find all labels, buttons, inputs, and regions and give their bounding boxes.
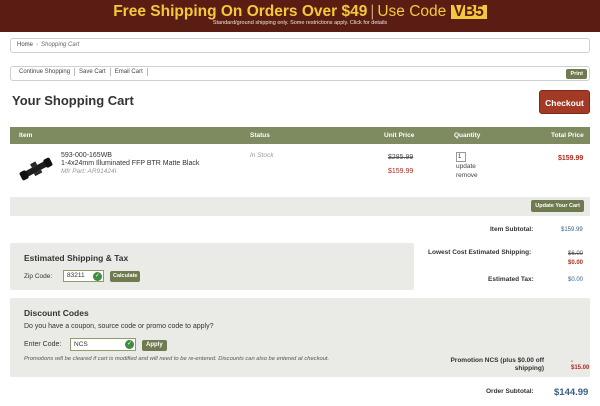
print-button[interactable]: Print [566, 69, 587, 79]
header-item: Item [19, 132, 33, 139]
promo-banner[interactable]: Free Shipping On Orders Over $49 | Use Cod… [0, 0, 600, 32]
header-total-price: Total Price [551, 132, 584, 139]
discount-code-input[interactable]: NCS ✓ [70, 338, 136, 351]
calculate-button[interactable]: Calculate [110, 271, 141, 282]
breadcrumb-current: Shopping Cart [41, 42, 80, 48]
order-subtotal-label: Order Subtotal: [486, 388, 534, 395]
zip-code-value: 83211 [67, 272, 85, 279]
banner-use-code: Use Code [377, 3, 447, 20]
header-status: Status [250, 132, 270, 139]
item-sale-price: $159.99 [388, 168, 414, 175]
item-mfr-part: Mfr Part: AR91424I [61, 168, 117, 175]
discount-code-value: NCS [74, 341, 88, 348]
shipping-estimate-panel: Estimated Shipping & Tax Zip Code: 83211… [10, 243, 414, 290]
item-name[interactable]: 1-4x24mm Illuminated FFP BTR Matte Black [61, 160, 199, 167]
checkout-button[interactable]: Checkout [539, 90, 590, 114]
breadcrumb: Home › Shopping Cart [10, 38, 590, 53]
update-quantity-link[interactable]: update [456, 163, 476, 170]
promotion-label: Promotion NCS (plus $0.00 off shipping) [450, 357, 544, 372]
continue-shopping-link[interactable]: Continue Shopping [15, 68, 76, 77]
banner-promo-code: VB5 [450, 4, 487, 19]
zip-code-input[interactable]: 83211 ✓ [63, 270, 104, 282]
table-row: 593-000-165WB 1-4x24mm Illuminated FFP B… [10, 144, 590, 196]
cart-action-bar: Continue Shopping Save Cart Email Cart Pri… [10, 66, 590, 81]
banner-separator: | [370, 3, 375, 20]
lowest-shipping-label: Lowest Cost Estimated Shipping: [428, 249, 532, 256]
breadcrumb-home[interactable]: Home [17, 42, 33, 48]
zip-code-label: Zip Code: [24, 273, 53, 280]
email-cart-link[interactable]: Email Cart [111, 68, 148, 77]
estimated-tax-label: Estimated Tax: [488, 276, 534, 283]
rifle-scope-icon[interactable] [18, 152, 54, 186]
lowest-shipping-value: $0.00 [568, 260, 584, 266]
item-original-price: $285.99 [388, 154, 414, 161]
remove-item-link[interactable]: remove [456, 172, 478, 179]
item-status: In Stock [250, 152, 274, 159]
cart-table-header: Item Status Unit Price Quantity Total Pr… [10, 127, 590, 144]
item-sku[interactable]: 593-000-165WB [61, 152, 112, 159]
quantity-input[interactable]: 1 [456, 152, 466, 162]
header-quantity: Quantity [454, 132, 481, 139]
estimated-tax-value: $0.00 [568, 277, 584, 283]
discount-title: Discount Codes [24, 308, 89, 318]
header-unit-price: Unit Price [384, 132, 415, 139]
update-cart-button[interactable]: Update Your Cart [531, 200, 584, 212]
check-icon: ✓ [125, 340, 134, 349]
banner-headline: Free Shipping On Orders Over $49 [113, 3, 368, 20]
update-cart-bar: Update Your Cart [10, 197, 590, 216]
item-subtotal-value: $159.99 [561, 227, 583, 233]
lowest-shipping-original: $6.00 [568, 251, 584, 257]
save-cart-link[interactable]: Save Cart [75, 68, 111, 77]
breadcrumb-separator: › [36, 42, 39, 48]
check-icon: ✓ [93, 272, 102, 281]
promotion-value: - $15.00 [571, 359, 590, 371]
order-subtotal-value: $144.99 [554, 387, 589, 398]
page-title: Your Shopping Cart [12, 93, 134, 108]
apply-button[interactable]: Apply [142, 340, 167, 351]
discount-question: Do you have a coupon, source code or pro… [24, 323, 214, 330]
banner-headline-line: Free Shipping On Orders Over $49 | Use Cod… [0, 0, 600, 19]
item-subtotal-label: Item Subtotal: [490, 226, 534, 233]
shipping-title: Estimated Shipping & Tax [24, 253, 129, 263]
discount-code-label: Enter Code: [24, 341, 62, 348]
discount-codes-panel: Discount Codes Do you have a coupon, sou… [10, 298, 590, 377]
item-total-price: $159.99 [558, 155, 584, 162]
banner-subtext[interactable]: Standard/ground shipping only. Some rest… [0, 20, 600, 27]
discount-note: Promotions will be cleared if cart is mo… [24, 356, 330, 362]
